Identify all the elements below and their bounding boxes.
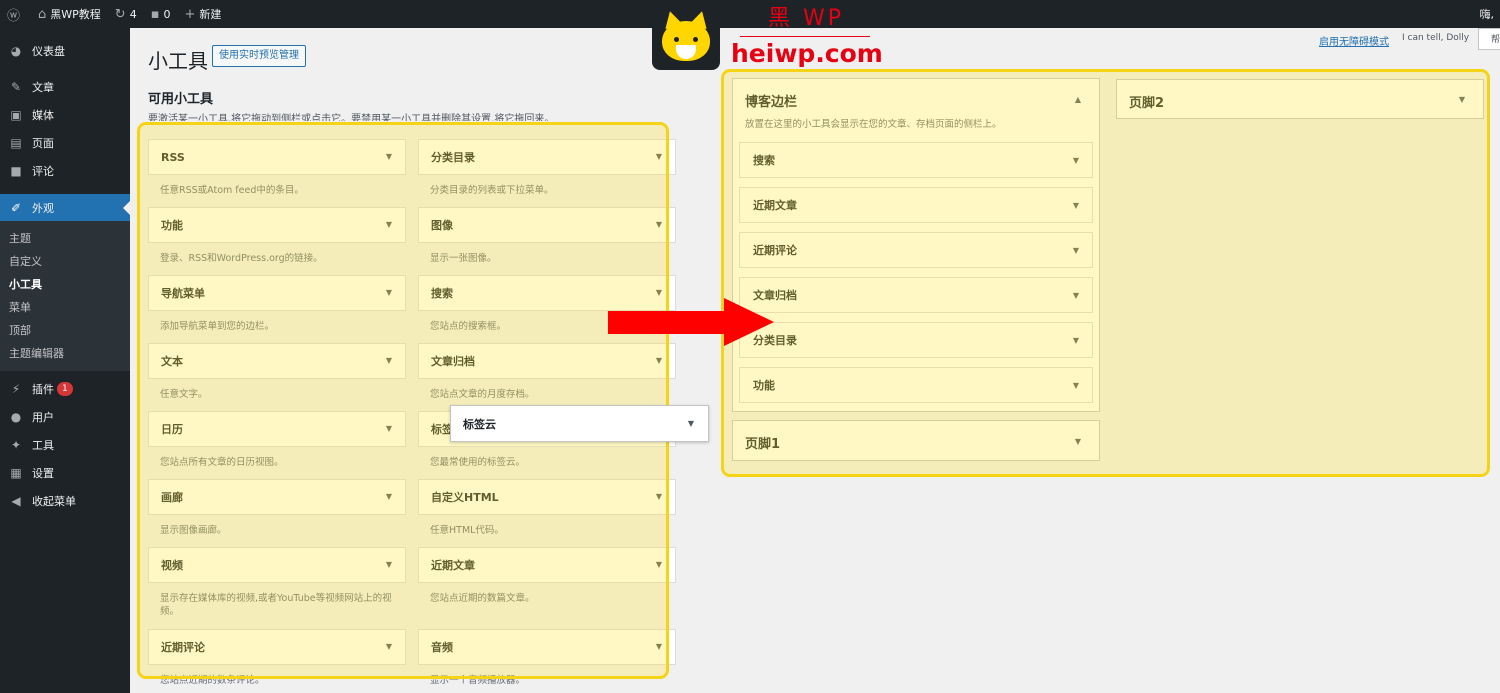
chevron-down-icon[interactable]: ▼: [688, 419, 694, 428]
wordpress-icon: ⓦ: [7, 8, 21, 24]
menu-tools[interactable]: ✦ 工具: [0, 431, 130, 459]
new-content-button[interactable]: + 新建: [178, 0, 229, 28]
menu-label: 仪表盘: [32, 44, 65, 58]
menu-posts[interactable]: ✎ 文章: [0, 73, 130, 101]
wordpress-logo-button[interactable]: ⓦ: [0, 0, 31, 28]
greeting: 嗨,: [1479, 8, 1495, 21]
submenu-menus[interactable]: 菜单: [0, 296, 130, 319]
help-tab[interactable]: 帮: [1478, 28, 1500, 50]
submenu-widgets[interactable]: 小工具: [0, 273, 130, 296]
appearance-submenu: 主题 自定义 小工具 菜单 顶部 主题编辑器: [0, 221, 130, 371]
comment-icon: ■: [10, 164, 22, 178]
settings-icon: ▦: [10, 466, 22, 480]
submenu-theme-editor[interactable]: 主题编辑器: [0, 342, 130, 365]
submenu-themes[interactable]: 主题: [0, 227, 130, 250]
brand-divider: [740, 36, 870, 37]
menu-dashboard[interactable]: ◕ 仪表盘: [0, 36, 130, 65]
available-widgets-title: 可用小工具: [148, 92, 214, 107]
plus-icon: +: [184, 6, 196, 22]
comments-link[interactable]: ▪ 0: [144, 0, 178, 28]
dragging-widget-tag-cloud[interactable]: 标签云 ▼: [450, 405, 709, 442]
widget-areas-highlight: [721, 69, 1490, 477]
plugin-icon: ⚡: [11, 382, 21, 396]
plugin-update-badge: 1: [57, 382, 73, 396]
site-name-link[interactable]: ⌂ 黑WP教程: [31, 0, 108, 28]
my-account[interactable]: 嗨,: [1480, 0, 1495, 28]
menu-media[interactable]: ▣ 媒体: [0, 101, 130, 129]
user-icon: ●: [10, 410, 22, 424]
menu-label: 外观: [32, 201, 54, 215]
page-icon: ▤: [10, 136, 22, 150]
admin-bar: ⓦ ⌂ 黑WP教程 ↻ 4 ▪ 0 + 新建 嗨,: [0, 0, 1500, 28]
page-title: 小工具: [148, 49, 208, 73]
site-name: 黑WP教程: [50, 8, 101, 21]
menu-label: 设置: [32, 467, 54, 480]
menu-appearance[interactable]: ✐ 外观: [0, 194, 130, 221]
menu-label: 用户: [32, 411, 54, 424]
submenu-header[interactable]: 顶部: [0, 319, 130, 342]
drag-arrow-icon: [724, 298, 774, 346]
brand-name-cn: 黑 WP: [768, 6, 845, 31]
collapse-icon: ◀: [11, 494, 21, 508]
menu-plugins[interactable]: ⚡ 插件 1: [0, 375, 130, 403]
brand-url: heiwp.com: [731, 39, 883, 68]
home-icon: ⌂: [38, 6, 47, 22]
accessibility-mode-link[interactable]: 启用无障碍模式: [1319, 33, 1389, 48]
menu-pages[interactable]: ▤ 页面: [0, 129, 130, 157]
menu-label: 收起菜单: [32, 495, 76, 508]
cat-eye-icon: [674, 37, 679, 42]
pin-icon: ✎: [10, 80, 22, 94]
submenu-customize[interactable]: 自定义: [0, 250, 130, 273]
media-icon: ▣: [10, 108, 22, 122]
menu-label: 评论: [32, 165, 54, 178]
cat-mouth-icon: [676, 45, 696, 59]
cat-eye-icon: [693, 37, 698, 42]
wrench-icon: ✦: [10, 438, 22, 452]
available-widgets-highlight: [137, 122, 669, 679]
comments-count: 0: [163, 7, 171, 21]
menu-label: 工具: [32, 439, 54, 452]
dashboard-icon: ◕: [10, 43, 22, 58]
widget-title: 标签云: [463, 417, 496, 431]
menu-label: 插件: [32, 383, 54, 396]
menu-comments[interactable]: ■ 评论: [0, 157, 130, 185]
new-label: 新建: [199, 8, 222, 21]
updates-icon: ↻: [114, 6, 126, 22]
cat-face-icon: [662, 21, 710, 61]
heiwp-logo: [652, 5, 720, 70]
brush-icon: ✐: [10, 200, 22, 215]
updates-count: 4: [129, 7, 137, 21]
updates-link[interactable]: ↻ 4: [108, 0, 144, 28]
menu-label: 页面: [32, 137, 54, 150]
available-widgets-desc: 要激活某一小工具,将它拖动到侧栏或点击它。要禁用某一小工具并删除其设置,将它拖回…: [148, 114, 555, 121]
menu-label: 文章: [32, 81, 54, 94]
live-preview-button[interactable]: 使用实时预览管理: [212, 45, 306, 67]
menu-users[interactable]: ● 用户: [0, 403, 130, 431]
drag-arrow-shaft: [608, 311, 726, 334]
comment-bubble-icon: ▪: [150, 6, 160, 22]
menu-collapse[interactable]: ◀ 收起菜单: [0, 487, 130, 515]
menu-label: 媒体: [32, 109, 54, 122]
hello-dolly-text: I can tell, Dolly: [1402, 33, 1470, 43]
admin-menu: ◕ 仪表盘 ✎ 文章 ▣ 媒体 ▤ 页面 ■ 评论 ✐ 外观 主题 自定义 小工…: [0, 28, 130, 693]
menu-settings[interactable]: ▦ 设置: [0, 459, 130, 487]
